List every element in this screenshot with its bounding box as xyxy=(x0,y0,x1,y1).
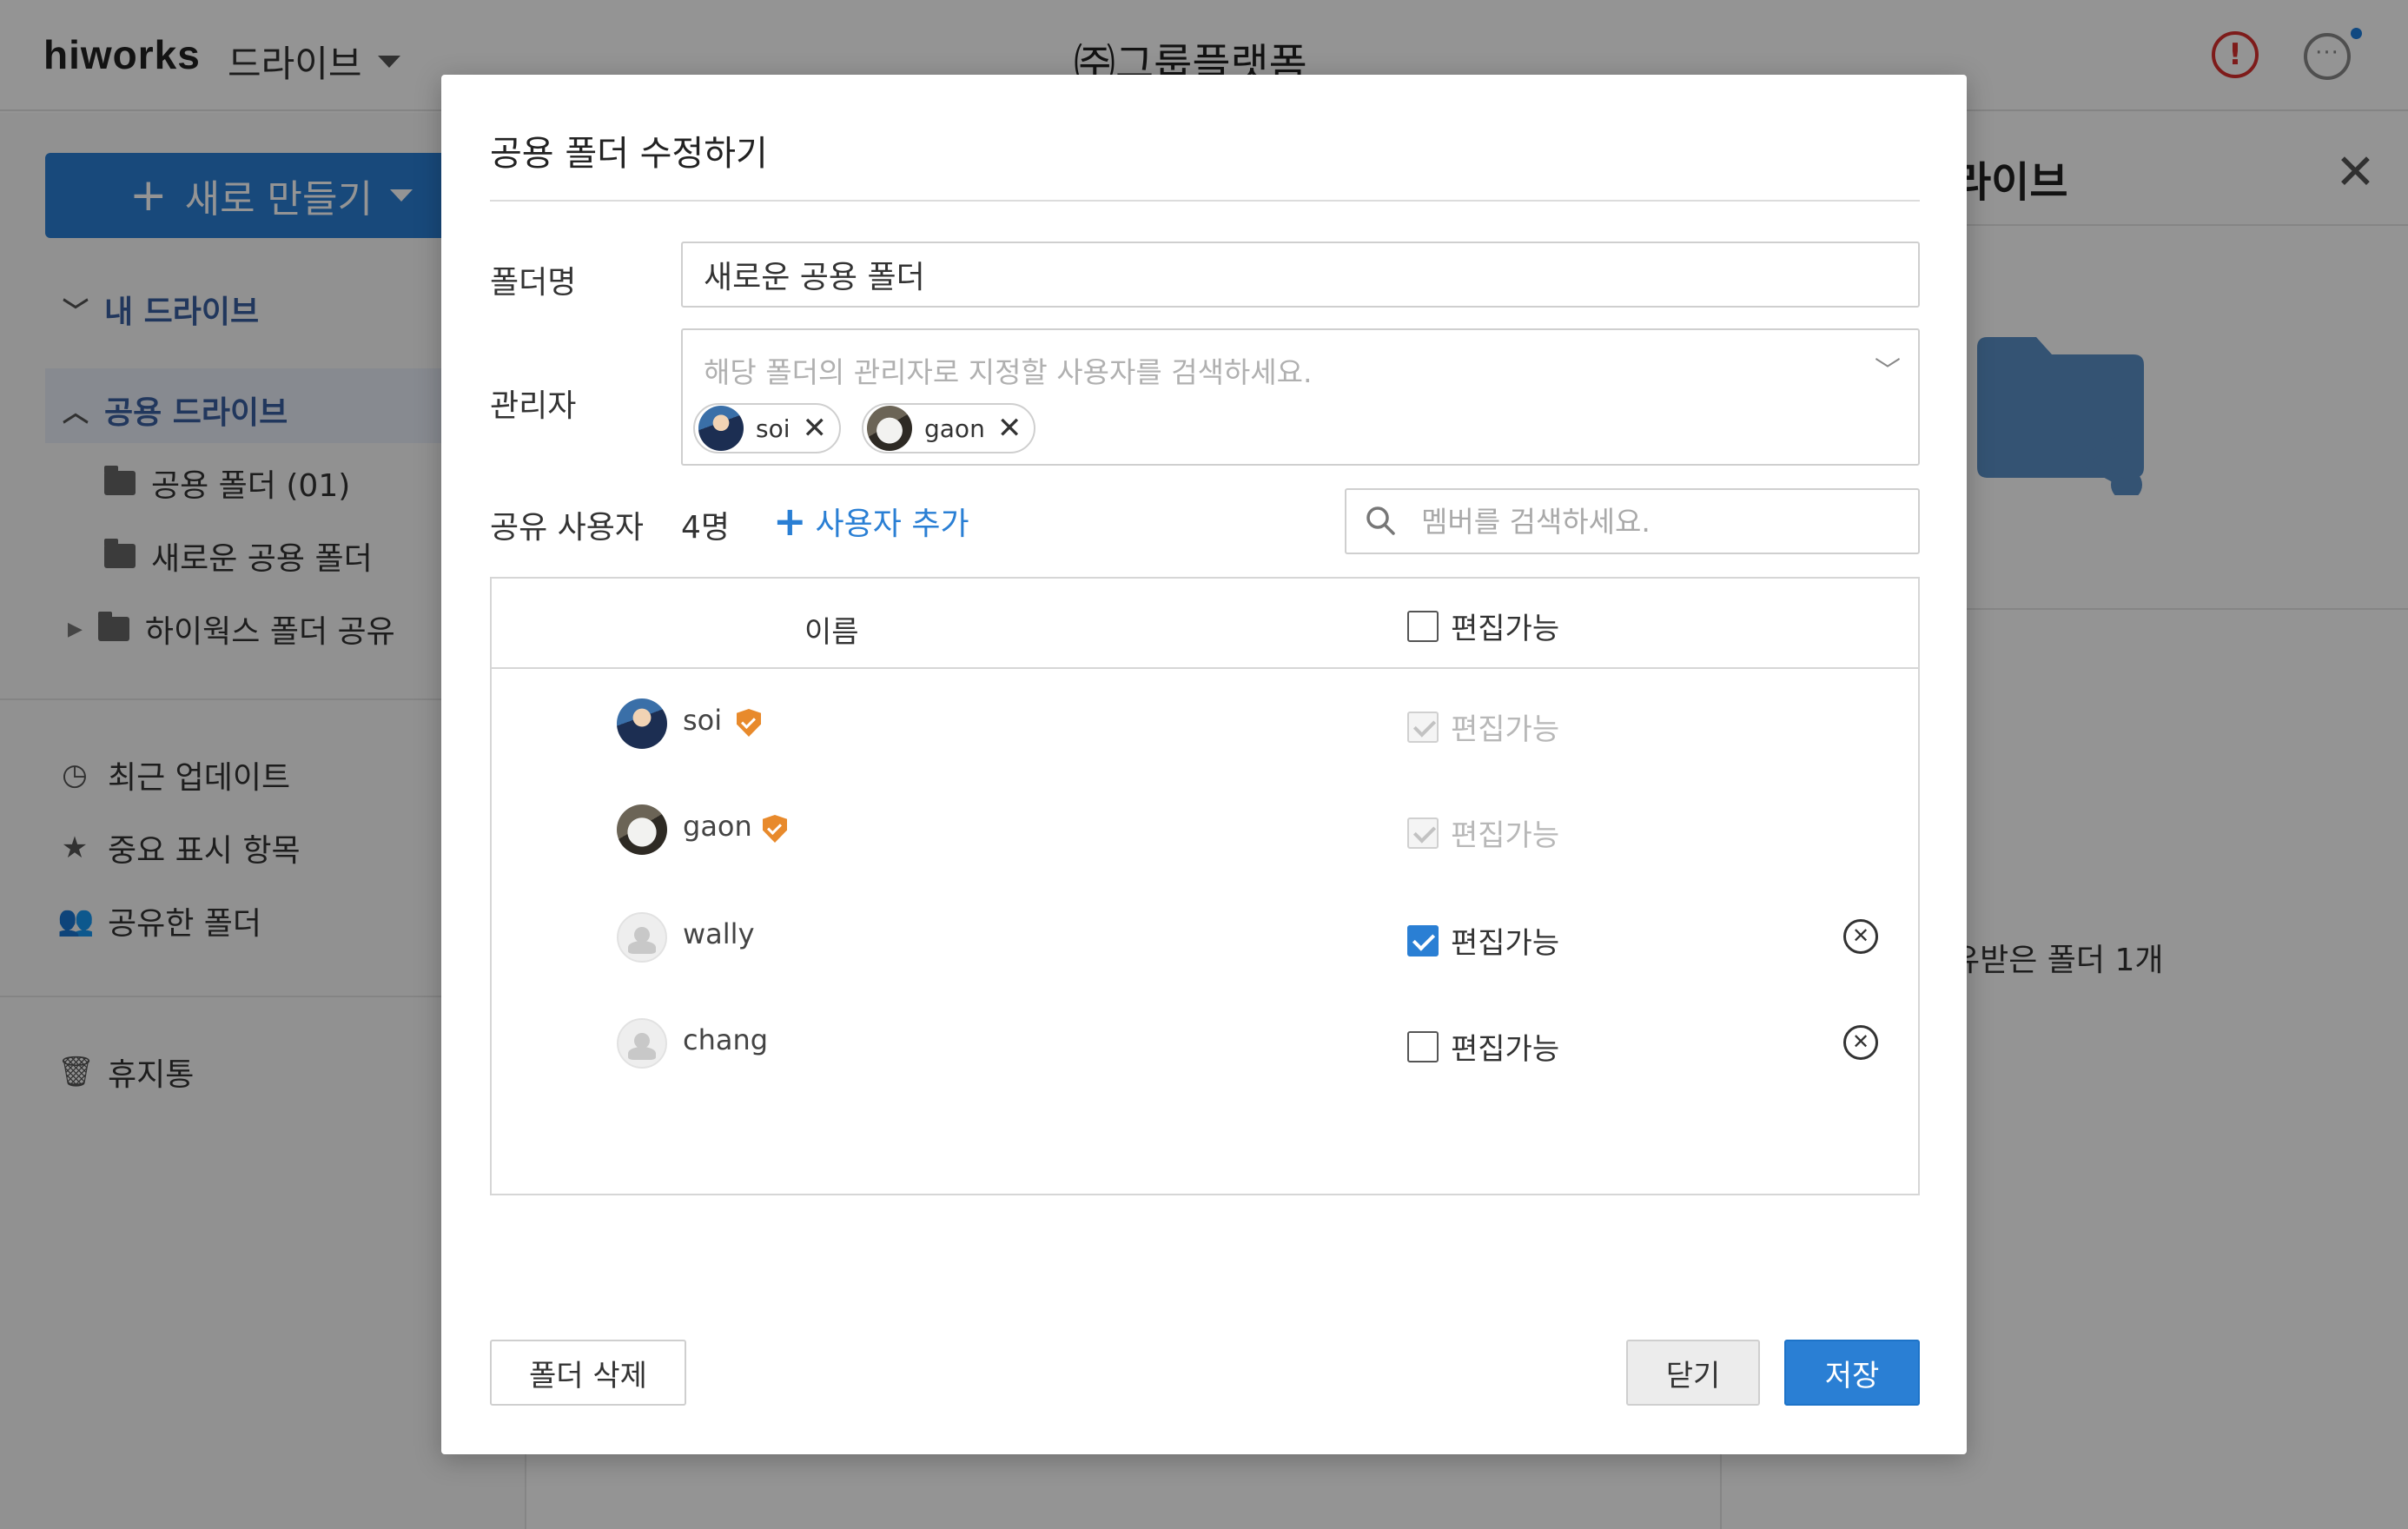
save-button[interactable]: 저장 xyxy=(1784,1340,1920,1406)
user-name: chang xyxy=(683,1023,769,1056)
admin-search-placeholder[interactable]: 해당 폴더의 관리자로 지정할 사용자를 검색하세요. xyxy=(704,349,1313,391)
column-header-name: 이름 xyxy=(804,615,859,650)
close-button[interactable]: 닫기 xyxy=(1626,1340,1760,1406)
editable-checkbox xyxy=(1407,817,1439,849)
table-row: soi 편집가능 xyxy=(492,679,1918,766)
avatar xyxy=(617,698,667,749)
member-search-field[interactable] xyxy=(1345,488,1920,554)
avatar xyxy=(617,804,667,855)
user-name: wally xyxy=(683,917,755,950)
table-row: wally 편집가능 ✕ xyxy=(492,893,1918,980)
editable-checkbox[interactable] xyxy=(1407,1030,1439,1062)
admin-badge-icon xyxy=(737,709,761,737)
user-name: gaon xyxy=(683,810,752,843)
editable-toggle[interactable]: 편집가능 xyxy=(1407,1025,1559,1068)
search-icon xyxy=(1364,504,1399,542)
folder-name-label: 폴더명 xyxy=(490,265,577,301)
avatar xyxy=(867,406,912,451)
admin-label: 관리자 xyxy=(490,388,577,424)
add-user-label: 사용자 추가 xyxy=(815,506,969,542)
admin-chips: soi ✕ gaon ✕ xyxy=(693,403,1036,453)
admin-chip-name: soi xyxy=(756,414,791,443)
remove-user-icon[interactable]: ✕ xyxy=(1843,1025,1878,1060)
admin-chip: gaon ✕ xyxy=(862,403,1036,453)
editable-label: 편집가능 xyxy=(1451,1032,1560,1067)
user-name: soi xyxy=(683,704,723,737)
editable-all-toggle[interactable]: 편집가능 xyxy=(1407,605,1559,647)
shared-users-label: 공유 사용자 xyxy=(490,510,645,546)
admin-badge-icon xyxy=(763,815,787,843)
table-header: 이름 편집가능 xyxy=(492,579,1918,669)
admin-chip: soi ✕ xyxy=(693,403,841,453)
divider xyxy=(490,200,1920,202)
folder-name-input[interactable]: 새로운 공용 폴더 xyxy=(681,242,1920,308)
table-row: chang 편집가능 ✕ xyxy=(492,999,1918,1086)
editable-checkbox[interactable] xyxy=(1407,924,1439,956)
editable-toggle[interactable]: 편집가능 xyxy=(1407,919,1559,962)
avatar xyxy=(698,406,744,451)
admin-chip-name: gaon xyxy=(924,414,985,443)
member-search-input[interactable] xyxy=(1421,499,1890,544)
editable-checkbox xyxy=(1407,711,1439,743)
editable-toggle: 편집가능 xyxy=(1407,705,1559,748)
column-header-editable: 편집가능 xyxy=(1451,612,1560,646)
chevron-down-icon[interactable]: ﹀ xyxy=(1875,349,1901,387)
editable-label: 편집가능 xyxy=(1451,818,1560,853)
editable-label: 편집가능 xyxy=(1451,926,1560,961)
remove-user-icon[interactable]: ✕ xyxy=(1843,919,1878,954)
admin-select[interactable]: 해당 폴더의 관리자로 지정할 사용자를 검색하세요. ﹀ soi ✕ gaon… xyxy=(681,328,1920,466)
delete-folder-button[interactable]: 폴더 삭제 xyxy=(490,1340,686,1406)
shared-users-count: 4명 xyxy=(681,510,731,546)
dialog-title: 공용 폴더 수정하기 xyxy=(490,134,768,174)
table-row: gaon 편집가능 xyxy=(492,785,1918,872)
plus-icon: + xyxy=(773,498,807,545)
default-avatar-icon xyxy=(617,1018,667,1069)
edit-shared-folder-dialog: 공용 폴더 수정하기 폴더명 새로운 공용 폴더 관리자 해당 폴더의 관리자로… xyxy=(441,75,1967,1454)
remove-admin-icon[interactable]: ✕ xyxy=(803,414,828,443)
editable-toggle: 편집가능 xyxy=(1407,811,1559,854)
add-user-button[interactable]: + 사용자 추가 xyxy=(773,499,969,544)
remove-admin-icon[interactable]: ✕ xyxy=(997,414,1022,443)
editable-all-checkbox[interactable] xyxy=(1407,610,1439,642)
editable-label: 편집가능 xyxy=(1451,712,1560,747)
shared-users-table: 이름 편집가능 soi 편집가능 gaon 편집가능 wally 편집가능 ✕ … xyxy=(490,577,1920,1195)
default-avatar-icon xyxy=(617,912,667,963)
